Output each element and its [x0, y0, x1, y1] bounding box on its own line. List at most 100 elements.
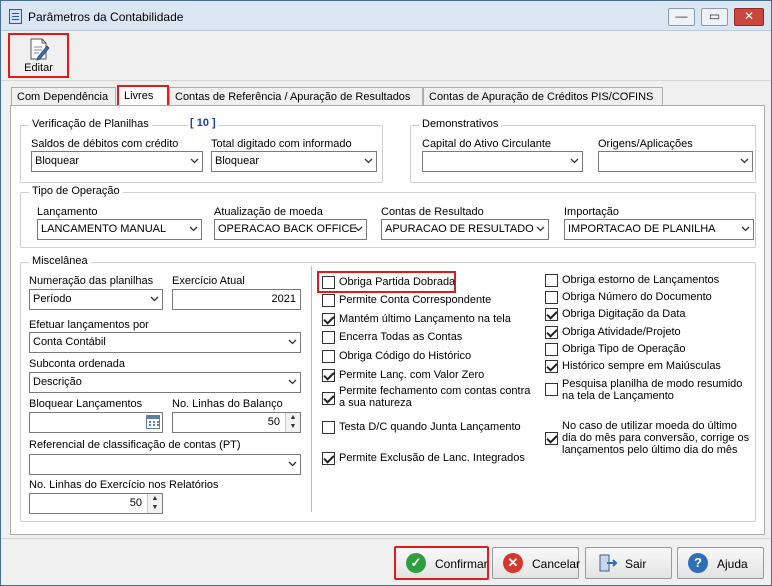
checkbox-box[interactable] [322, 392, 335, 405]
checkbox-label: Encerra Todas as Contas [339, 331, 463, 343]
efetuar-label: Efetuar lançamentos por [29, 319, 149, 331]
tab-com-dependencia[interactable]: Com Dependência [11, 87, 116, 106]
checkbox-box[interactable] [322, 421, 335, 434]
numeracao-label: Numeração das planilhas [29, 275, 154, 287]
numeracao-select[interactable]: Período [29, 289, 163, 310]
checkbox-box[interactable] [322, 331, 335, 344]
planilhas-count: [ 10 ] [188, 117, 218, 129]
help-button[interactable]: ? Ajuda [677, 547, 764, 579]
checkbox-label: Obriga Número do Documento [562, 291, 712, 303]
saldos-value: Bloquear [35, 155, 80, 167]
exit-button[interactable]: Sair [585, 547, 672, 579]
chevron-down-icon [288, 461, 297, 467]
checkbox-box[interactable] [545, 326, 558, 339]
group-title-demonstrativos: Demonstrativos [419, 118, 502, 130]
subconta-select[interactable]: Descrição [29, 372, 301, 393]
checkbox-label: Obriga Atividade/Projeto [562, 326, 681, 338]
close-button[interactable]: ✕ [734, 8, 764, 26]
total-value: Bloquear [215, 155, 260, 167]
spin-down-icon[interactable]: ▼ [286, 422, 300, 431]
cancel-label: Cancelar [532, 557, 581, 571]
checkbox-box[interactable] [322, 350, 335, 363]
confirm-label: Confirmar [435, 557, 488, 571]
contas-resultado-label: Contas de Resultado [381, 206, 484, 218]
atualizacao-select[interactable]: OPERACAO BACK OFFICE [214, 219, 367, 240]
origens-select[interactable] [598, 151, 753, 172]
referencial-label: Referencial de classificação de contas (… [29, 439, 241, 451]
chevron-down-icon [189, 226, 198, 232]
chevron-down-icon [190, 158, 199, 164]
linhas-balanco-stepper[interactable]: 50 ▲ ▼ [172, 412, 301, 433]
bloquear-date-input[interactable] [29, 412, 163, 433]
stepper-buttons[interactable]: ▲ ▼ [285, 413, 300, 432]
chevron-down-icon [288, 339, 297, 345]
linhas-balanco-label: No. Linhas do Balanço [172, 398, 283, 410]
checkbox-label: Obriga Tipo de Operação [562, 343, 686, 355]
tab-contas-apuracao-pis-cofins[interactable]: Contas de Apuração de Créditos PIS/COFIN… [423, 87, 663, 106]
checkbox-label: Histórico sempre em Maiúsculas [562, 360, 721, 372]
group-verificacao-planilhas: Verificação de Planilhas [ 10 ] Saldos d… [20, 117, 383, 183]
contas-resultado-select[interactable]: APURACAO DE RESULTADO [381, 219, 549, 240]
dialog-window: Parâmetros da Contabilidade — ▭ ✕ Editar… [0, 0, 772, 586]
edit-document-icon [30, 38, 50, 61]
total-select[interactable]: Bloquear [211, 151, 377, 172]
exercicio-input[interactable]: 2021 [172, 289, 301, 310]
checkbox-box[interactable] [545, 383, 558, 396]
checkbox-box[interactable] [322, 276, 335, 289]
efetuar-value: Conta Contábil [33, 336, 106, 348]
lancamento-value: LANCAMENTO MANUAL [41, 223, 167, 235]
chevron-down-icon [354, 226, 363, 232]
checkbox-pesquisa-planilha-resumido[interactable]: Pesquisa planilha de modo resumido na te… [545, 378, 745, 404]
checkbox-box[interactable] [545, 291, 558, 304]
checkbox-label: Obriga Partida Dobrada [339, 276, 456, 288]
referencial-select[interactable] [29, 454, 301, 475]
exercicio-label: Exercício Atual [172, 275, 245, 287]
checkbox-box[interactable] [322, 369, 335, 382]
edit-button[interactable]: Editar [8, 33, 69, 78]
checkbox-box[interactable] [545, 432, 558, 445]
linhas-exercicio-value: 50 [129, 497, 142, 509]
help-question-icon: ? [688, 553, 708, 573]
checkbox-moeda-ultimo-dia[interactable]: No caso de utilizar moeda do último dia … [545, 420, 750, 458]
spin-up-icon[interactable]: ▲ [148, 494, 162, 503]
checkbox-box[interactable] [322, 294, 335, 307]
help-label: Ajuda [717, 557, 748, 571]
group-title-verificacao: Verificação de Planilhas [29, 118, 152, 130]
checkbox-label: Permite fechamento com contas contra a s… [339, 385, 531, 409]
checkbox-label: Permite Exclusão de Lanc. Integrados [339, 452, 525, 464]
checkbox-box[interactable] [545, 360, 558, 373]
calendar-icon[interactable] [146, 415, 160, 429]
tab-livres[interactable]: Livres [117, 85, 169, 106]
checkbox-label: No caso de utilizar moeda do último dia … [562, 420, 750, 456]
cancel-button[interactable]: ✕ Cancelar [492, 547, 581, 579]
checkbox-box[interactable] [545, 343, 558, 356]
lancamento-select[interactable]: LANCAMENTO MANUAL [37, 219, 202, 240]
checkbox-box[interactable] [322, 452, 335, 465]
saldos-select[interactable]: Bloquear [31, 151, 203, 172]
total-label: Total digitado com informado [211, 138, 352, 150]
saldos-label: Saldos de débitos com crédito [31, 138, 179, 150]
group-title-miscelanea: Miscelânea [29, 255, 91, 267]
checkbox-box[interactable] [322, 313, 335, 326]
subconta-label: Subconta ordenada [29, 358, 126, 370]
checkbox-box[interactable] [545, 274, 558, 287]
tab-contas-referencia[interactable]: Contas de Referência / Apuração de Resul… [169, 87, 423, 106]
confirm-button[interactable]: ✓ Confirmar [394, 546, 489, 580]
cancel-circle-icon: ✕ [503, 553, 523, 573]
efetuar-select[interactable]: Conta Contábil [29, 332, 301, 353]
capital-select[interactable] [422, 151, 583, 172]
group-title-tipo-operacao: Tipo de Operação [29, 185, 123, 197]
origens-label: Origens/Aplicações [598, 138, 693, 150]
contas-resultado-value: APURACAO DE RESULTADO [385, 223, 534, 235]
checkbox-permite-fechamento-natureza[interactable]: Permite fechamento com contas contra a s… [322, 385, 537, 411]
checkbox-label: Permite Conta Correspondente [339, 294, 492, 306]
importacao-select[interactable]: IMPORTACAO DE PLANILHA [564, 219, 754, 240]
stepper-buttons[interactable]: ▲ ▼ [147, 494, 162, 513]
chevron-down-icon [288, 379, 297, 385]
linhas-exercicio-stepper[interactable]: 50 ▲ ▼ [29, 493, 163, 514]
maximize-button[interactable]: ▭ [701, 8, 728, 26]
minimize-button[interactable]: — [668, 8, 695, 26]
spin-up-icon[interactable]: ▲ [286, 413, 300, 422]
checkbox-box[interactable] [545, 308, 558, 321]
spin-down-icon[interactable]: ▼ [148, 503, 162, 512]
